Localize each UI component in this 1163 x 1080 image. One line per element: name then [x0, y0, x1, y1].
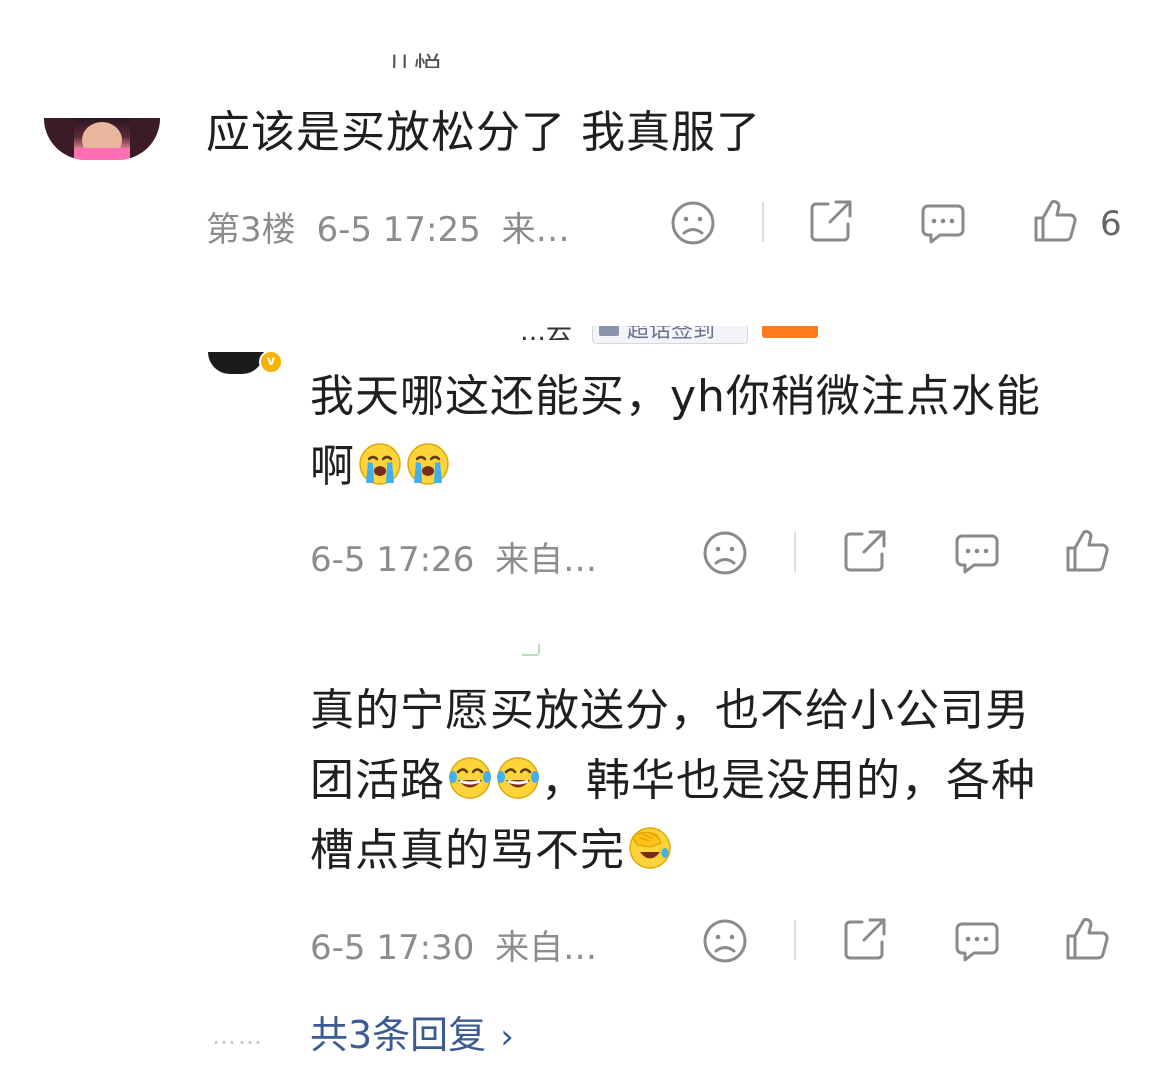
reply-text-line: 啊	[310, 432, 1130, 502]
reply-text-line: 真的宁愿买放送分，也不给小公司男	[310, 685, 1030, 736]
reply-meta: 6-5 17:30 来自…	[310, 920, 597, 969]
reply-text-fragment: 槽点真的骂不完	[310, 825, 625, 876]
comment-time: 6-5 17:25	[316, 210, 481, 250]
more-dots: ……	[212, 1022, 264, 1050]
reply-time: 6-5 17:30	[310, 928, 475, 968]
sad-face-icon	[671, 201, 715, 245]
sad-face-icon	[703, 919, 747, 963]
share-icon	[844, 530, 886, 572]
reply-source: 来自…	[495, 928, 598, 968]
dislike-button[interactable]	[700, 528, 750, 578]
level-tag[interactable]	[762, 326, 818, 338]
avatar[interactable]	[44, 118, 160, 160]
reply-text-line: 槽点真的骂不完	[310, 816, 1140, 886]
like-button[interactable]	[1030, 196, 1080, 246]
reply-text-fragment: ，韩华也是没用的，各种	[541, 755, 1036, 806]
comment-text: 应该是买放松分了 我真服了	[206, 107, 761, 158]
divider	[794, 532, 796, 572]
comment-icon	[921, 204, 965, 244]
like-thumb-icon	[1034, 200, 1077, 242]
comment-button[interactable]	[918, 198, 968, 248]
like-thumb-icon	[1066, 918, 1109, 960]
share-icon	[844, 918, 886, 960]
laugh-cry-emoji-icon	[447, 755, 493, 801]
share-button[interactable]	[840, 914, 890, 964]
divider	[762, 202, 764, 242]
comment-icon	[955, 922, 999, 962]
reply-text: 我天哪这还能买，yh你稍微注点水能 啊	[310, 362, 1130, 502]
avatar[interactable]	[208, 352, 264, 374]
verified-badge: v	[259, 350, 283, 374]
divider	[794, 920, 796, 960]
reply-text-fragment: 团活路	[310, 755, 445, 806]
reply-name[interactable]: …云	[520, 322, 572, 340]
comment-source: 来…	[501, 210, 570, 250]
comment-button[interactable]	[952, 916, 1002, 966]
cropped-tag	[522, 644, 540, 656]
reply-meta: 6-5 17:26 来自…	[310, 532, 597, 581]
laugh-cry-emoji-icon	[495, 755, 541, 801]
dislike-button[interactable]	[668, 198, 718, 248]
share-button[interactable]	[806, 196, 856, 246]
comment-meta: 第3楼 6-5 17:25 来…	[206, 202, 570, 251]
more-replies-label: 共3条回复	[310, 1013, 487, 1057]
reply-time: 6-5 17:26	[310, 540, 475, 580]
floor-number: 第3楼	[206, 210, 296, 250]
share-button[interactable]	[840, 526, 890, 576]
user-tag[interactable]: 超话签到	[592, 326, 748, 344]
more-replies-link[interactable]: 共3条回复 ›	[310, 1004, 514, 1059]
reply-text-line: 团活路 ，韩华也是没用的，各种	[310, 746, 1140, 816]
reply-source: 来自…	[495, 540, 598, 580]
commenter-name[interactable]: 儿悦	[386, 48, 466, 68]
sad-face-icon	[703, 531, 747, 575]
reply-text-line: 我天哪这还能买，yh你稍微注点水能	[310, 371, 1041, 422]
reply-text: 真的宁愿买放送分，也不给小公司男 团活路 ，韩华也是没用的，各种 槽点真的骂不完	[310, 676, 1140, 886]
crying-emoji-icon	[357, 441, 403, 487]
like-thumb-icon	[1066, 530, 1109, 572]
facepalm-emoji-icon	[627, 825, 673, 871]
like-button[interactable]	[1062, 914, 1112, 964]
like-count: 6	[1100, 204, 1122, 244]
share-icon	[810, 200, 852, 242]
comment-icon	[955, 534, 999, 574]
chevron-right-icon: ›	[500, 1017, 514, 1057]
dislike-button[interactable]	[700, 916, 750, 966]
user-tag-label: 超话签到	[627, 326, 716, 343]
reply-text-fragment: 啊	[310, 441, 355, 492]
comment-button[interactable]	[952, 528, 1002, 578]
like-button[interactable]	[1062, 526, 1112, 576]
crying-emoji-icon	[405, 441, 451, 487]
